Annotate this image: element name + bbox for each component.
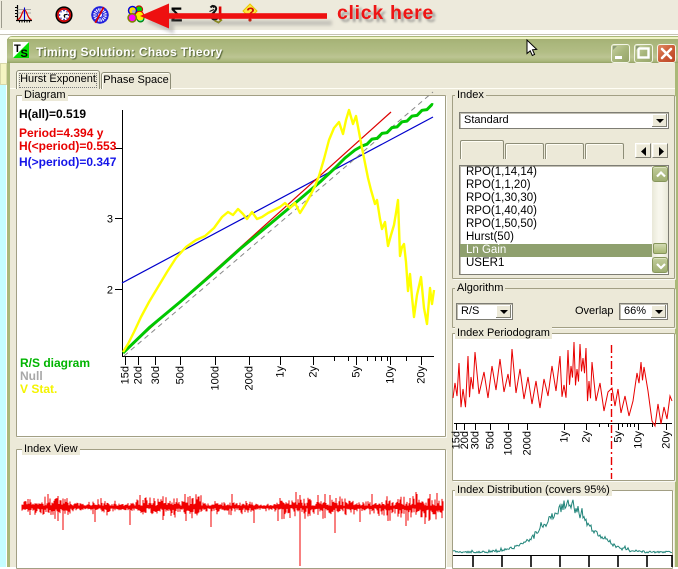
svg-text:S: S — [21, 48, 28, 59]
